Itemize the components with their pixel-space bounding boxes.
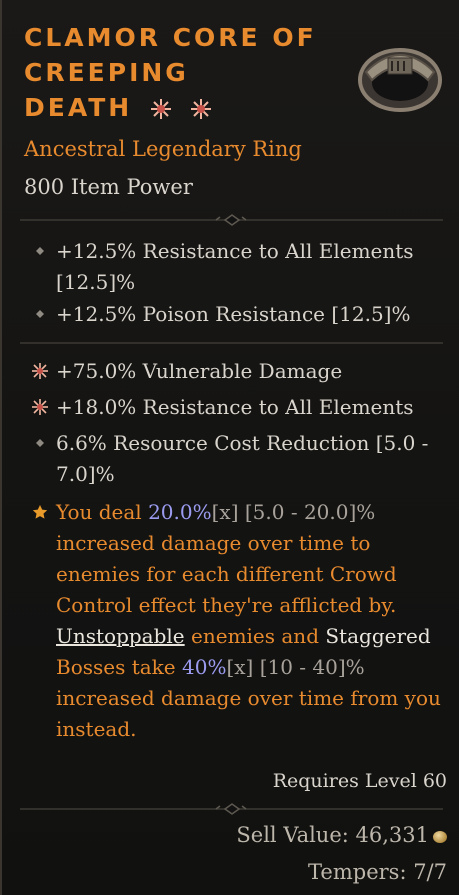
- greater-affix-icon: [32, 399, 48, 415]
- item-name-line-2: Creeping: [24, 58, 189, 87]
- divider: [20, 803, 443, 815]
- star-icon: [32, 505, 48, 519]
- divider: [20, 214, 443, 226]
- greater-affix-icon: [32, 363, 48, 379]
- greater-affix-icon: [190, 99, 211, 119]
- item-type: Ancestral Legendary Ring: [24, 137, 302, 161]
- item-name: Clamor Core of Creeping Death: [24, 20, 344, 125]
- item-name-line-3: Death: [24, 93, 133, 122]
- legendary-aspect: You deal 20.0%[x] [5.0 - 20.0]% increase…: [30, 497, 450, 745]
- ring-icon: [358, 48, 442, 112]
- diamond-icon: [36, 310, 44, 318]
- sell-value: Sell Value: 46,331: [236, 823, 447, 847]
- greater-affix-icon: [150, 99, 171, 119]
- required-level: Requires Level 60: [272, 770, 447, 792]
- keyword-staggered: Staggered: [325, 624, 431, 648]
- affix-resistance-all: +18.0% Resistance to All Elements: [30, 392, 450, 423]
- diamond-icon: [36, 247, 44, 255]
- item-tooltip: Clamor Core of Creeping Death: [0, 0, 459, 895]
- diamond-icon: [36, 439, 44, 447]
- item-name-line-1: Clamor Core of: [24, 23, 317, 52]
- implicit-affix-1: +12.5% Resistance to All Elements [12.5]…: [30, 236, 450, 298]
- affix-resource-cost: 6.6% Resource Cost Reduction [5.0 - 7.0]…: [30, 428, 450, 490]
- divider: [20, 342, 443, 344]
- gold-coin-icon: [433, 830, 447, 843]
- tempers-count: Tempers: 7/7: [308, 860, 447, 884]
- keyword-unstoppable[interactable]: Unstoppable: [56, 624, 185, 648]
- affix-vulnerable-damage: +75.0% Vulnerable Damage: [30, 356, 450, 387]
- item-power: 800 Item Power: [24, 175, 193, 199]
- implicit-affix-2: +12.5% Poison Resistance [12.5]%: [30, 299, 450, 330]
